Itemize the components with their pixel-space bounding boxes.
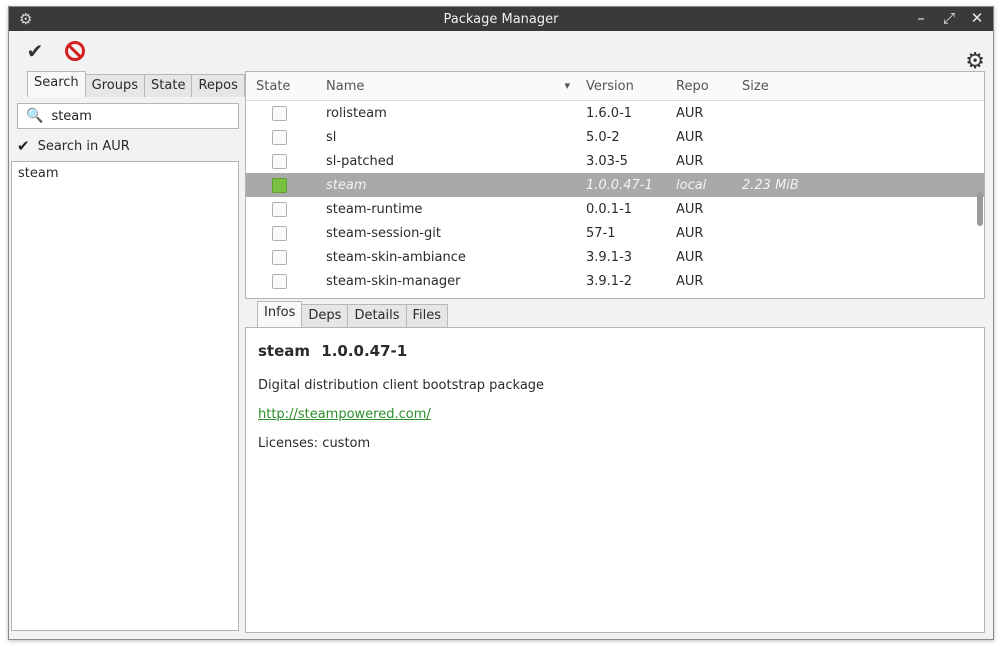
package-name: steam-skin-manager — [326, 273, 461, 289]
package-version: 1.0.0.47-1 — [586, 177, 653, 193]
close-icon[interactable]: ✕ — [969, 9, 985, 27]
filter-panel: Search Groups State Repos 🔍 ✔ Search in … — [11, 71, 245, 633]
state-cell — [246, 153, 316, 169]
table-row[interactable]: rolisteam 1.6.0-1 AUR — [246, 101, 984, 125]
details-panel: Infos Deps Details Files steam 1.0.0.47-… — [245, 301, 985, 635]
package-version: 3.9.1-3 — [586, 249, 633, 265]
package-version: 3.9.1-2 — [586, 273, 633, 289]
column-header-repo[interactable]: Repo — [666, 79, 732, 94]
install-checkbox[interactable] — [272, 225, 287, 241]
window-controls: – ⤢ ✕ — [913, 9, 985, 27]
package-repo: AUR — [676, 129, 704, 145]
package-repo: AUR — [676, 225, 704, 241]
state-cell — [246, 273, 316, 289]
window-menu-gear-icon[interactable]: ⚙ — [19, 10, 32, 28]
state-cell — [246, 105, 316, 121]
package-title-name: steam — [258, 342, 311, 360]
install-checkbox[interactable] — [272, 153, 287, 169]
tab-state[interactable]: State — [144, 74, 193, 97]
package-description: Digital distribution client bootstrap pa… — [258, 378, 545, 393]
filter-tabs: Search Groups State Repos — [11, 71, 245, 97]
package-table: State Name ▾ Version Repo Size rolisteam… — [245, 71, 985, 299]
tab-files[interactable]: Files — [405, 304, 449, 327]
tab-details[interactable]: Details — [347, 304, 407, 327]
package-version: 57-1 — [586, 225, 616, 241]
package-version: 0.0.1-1 — [586, 201, 633, 217]
list-item[interactable]: steam — [12, 162, 238, 185]
window-title: Package Manager — [443, 11, 559, 27]
package-name: steam-runtime — [326, 201, 423, 217]
package-name: steam — [326, 177, 367, 193]
search-in-aur-label: Search in AUR — [37, 138, 130, 154]
table-row[interactable]: steam-runtime 0.0.1-1 AUR — [246, 197, 984, 221]
package-repo: AUR — [676, 153, 704, 169]
column-header-name-label: Name — [326, 78, 365, 94]
package-repo: AUR — [676, 201, 704, 217]
search-icon: 🔍 — [26, 108, 44, 124]
install-checkbox[interactable] — [272, 249, 287, 265]
package-version: 1.6.0-1 — [586, 105, 633, 121]
package-repo: AUR — [676, 105, 704, 121]
title-bar: ⚙ Package Manager – ⤢ ✕ — [9, 7, 993, 31]
sort-chevron-down-icon: ▾ — [564, 78, 570, 92]
install-checkbox[interactable] — [272, 105, 287, 121]
column-header-version[interactable]: Version — [576, 79, 666, 94]
install-checkbox[interactable] — [272, 273, 287, 289]
minimize-icon[interactable]: – — [913, 9, 929, 27]
package-repo: local — [676, 177, 707, 193]
package-url-link[interactable]: http://steampowered.com/ — [258, 407, 431, 422]
search-in-aur-checkbox[interactable]: ✔ Search in AUR — [17, 137, 130, 155]
tab-infos[interactable]: Infos — [257, 301, 303, 327]
state-cell — [246, 177, 316, 193]
table-row[interactable]: steam-session-git 57-1 AUR — [246, 221, 984, 245]
package-name: sl — [326, 129, 337, 145]
package-repo: AUR — [676, 249, 704, 265]
installed-checkbox[interactable] — [272, 177, 287, 193]
search-field[interactable]: 🔍 — [17, 103, 239, 129]
column-header-size[interactable]: Size — [732, 79, 962, 94]
tab-search[interactable]: Search — [27, 71, 86, 97]
table-row[interactable]: steam-skin-manager 3.9.1-2 AUR — [246, 269, 984, 293]
table-row[interactable]: sl-patched 3.03-5 AUR — [246, 149, 984, 173]
table-scrollbar[interactable] — [977, 192, 983, 226]
package-version: 3.03-5 — [586, 153, 628, 169]
package-title-version: 1.0.0.47-1 — [321, 342, 408, 360]
install-checkbox[interactable] — [272, 129, 287, 145]
cancel-changes-icon[interactable] — [61, 37, 89, 65]
package-licenses: Licenses: custom — [258, 436, 371, 451]
tab-groups[interactable]: Groups — [84, 74, 146, 97]
search-input[interactable] — [49, 107, 234, 125]
search-history-list: steam — [11, 161, 239, 631]
package-repo: AUR — [676, 273, 704, 289]
infos-pane: steam 1.0.0.47-1 Digital distribution cl… — [245, 327, 985, 633]
package-name: sl-patched — [326, 153, 395, 169]
state-cell — [246, 129, 316, 145]
state-cell — [246, 201, 316, 217]
tab-deps[interactable]: Deps — [301, 304, 349, 327]
install-checkbox[interactable] — [272, 201, 287, 217]
table-row[interactable]: sl 5.0-2 AUR — [246, 125, 984, 149]
table-row-selected[interactable]: steam 1.0.0.47-1 local 2.23 MiB — [246, 173, 984, 197]
package-name: rolisteam — [326, 105, 387, 121]
details-tabs: Infos Deps Details Files — [245, 301, 985, 327]
package-name: steam-skin-ambiance — [326, 249, 466, 265]
tab-repos[interactable]: Repos — [191, 74, 245, 97]
package-title: steam 1.0.0.47-1 — [258, 342, 972, 360]
maximize-icon[interactable]: ⤢ — [941, 9, 957, 27]
package-name: steam-session-git — [326, 225, 441, 241]
package-size: 2.23 MiB — [742, 177, 799, 193]
toolbar: ✔ — [9, 31, 993, 71]
table-header: State Name ▾ Version Repo Size — [246, 72, 984, 101]
checkmark-icon: ✔ — [17, 137, 30, 155]
apply-changes-icon[interactable]: ✔ — [21, 37, 49, 65]
package-manager-window: ⚙ Package Manager – ⤢ ✕ ✔ ⚙ Search Group… — [8, 6, 994, 640]
column-header-state[interactable]: State — [246, 79, 316, 94]
state-cell — [246, 225, 316, 241]
package-version: 5.0-2 — [586, 129, 620, 145]
column-header-name[interactable]: Name ▾ — [316, 79, 576, 94]
table-row[interactable]: steam-skin-ambiance 3.9.1-3 AUR — [246, 245, 984, 269]
state-cell — [246, 249, 316, 265]
